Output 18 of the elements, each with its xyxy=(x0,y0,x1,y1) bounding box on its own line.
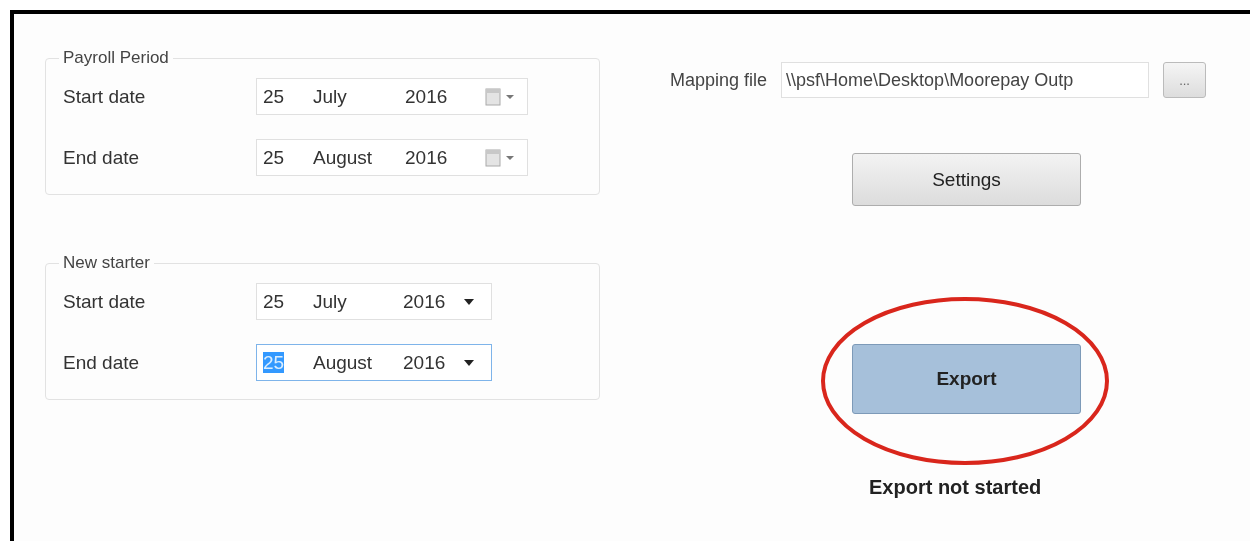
dropdown-caret-icon[interactable] xyxy=(463,358,475,367)
date-picker[interactable]: 25 August 2016 xyxy=(256,344,492,381)
field-label: Mapping file xyxy=(670,69,768,91)
date-picker[interactable]: 25 July 2016 xyxy=(256,78,528,115)
action-button[interactable]: Settings xyxy=(852,153,1081,206)
date-picker[interactable]: 25 August 2016 xyxy=(256,139,528,176)
mapping-file-field[interactable]: \\psf\Home\Desktop\Moorepay Outp xyxy=(781,62,1150,98)
browse-button[interactable]: ... xyxy=(1163,62,1207,98)
dropdown-caret-icon[interactable] xyxy=(463,297,475,306)
field-label: End date xyxy=(63,351,141,374)
action-button[interactable]: Export xyxy=(852,344,1081,414)
status-text: Export not started xyxy=(869,476,1042,499)
date-picker[interactable]: 25 July 2016 xyxy=(256,283,492,320)
group-title: New starter xyxy=(62,253,151,273)
field-label: Start date xyxy=(63,85,147,108)
field-label: Start date xyxy=(63,290,147,313)
field-label: End date xyxy=(63,146,141,169)
group-title: Payroll Period xyxy=(62,48,170,68)
